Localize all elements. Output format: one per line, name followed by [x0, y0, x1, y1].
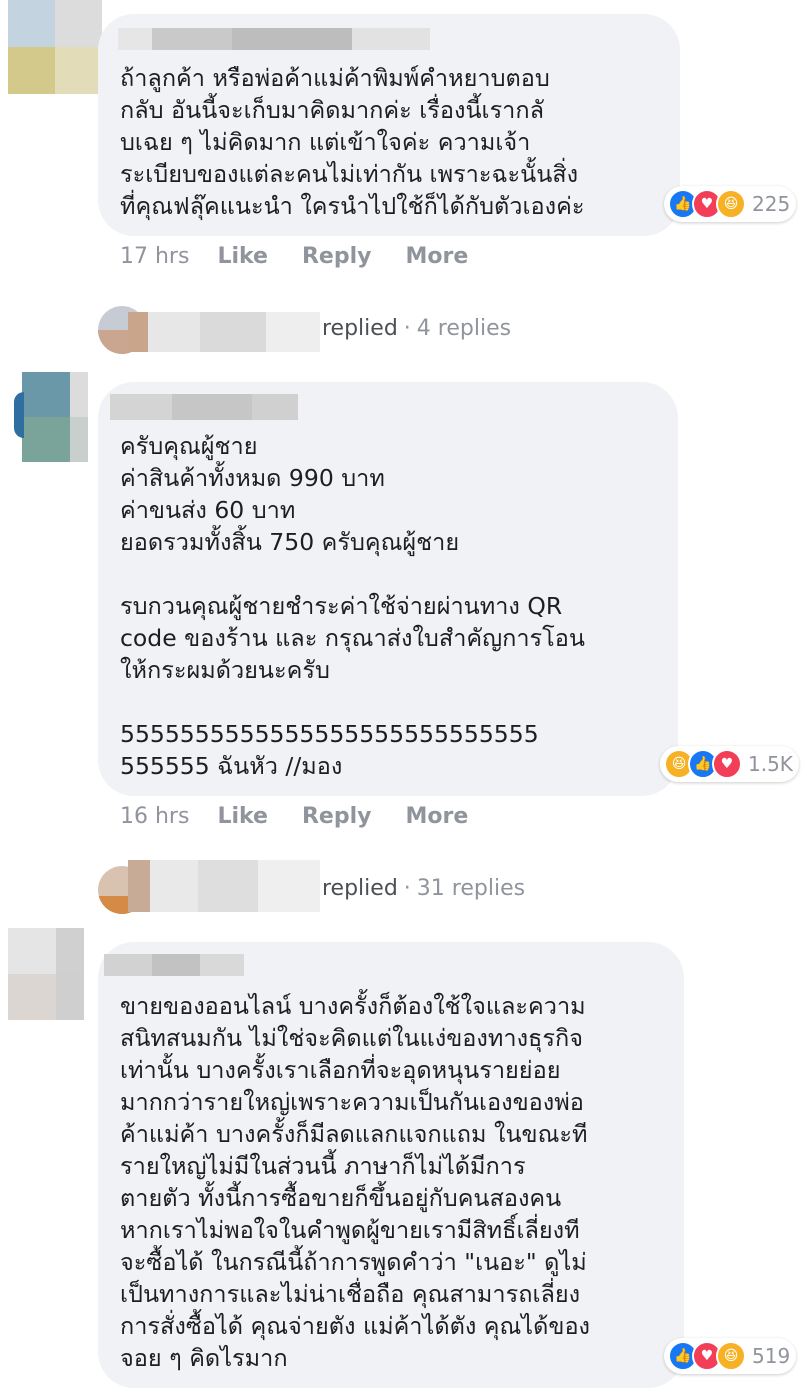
reaction-summary[interactable]: 👍 ♥ 😆 225 — [664, 186, 797, 222]
comment-meta: 17 hrs Like Reply More — [120, 244, 502, 269]
more-button[interactable]: More — [405, 244, 468, 269]
commenter-name[interactable] — [118, 28, 430, 50]
timestamp[interactable]: 16 hrs — [120, 804, 189, 829]
reaction-count: 1.5K — [748, 752, 793, 776]
replier-name[interactable] — [128, 312, 320, 352]
reaction-summary[interactable]: 👍 ♥ 😆 519 — [664, 1338, 797, 1374]
avatar[interactable] — [8, 0, 102, 94]
separator: · — [403, 876, 411, 901]
replied-label: replied — [322, 316, 398, 341]
comment-meta: 16 hrs Like Reply More — [120, 804, 502, 829]
haha-icon: 😆 — [716, 1341, 746, 1371]
comment-text: ขายของออนไลน์ บางครั้งก็ต้องใช้ใจและความ… — [120, 992, 591, 1372]
comment-text: ครับคุณผู้ชาย ค่าสินค้าทั้งหมด 990 บาท ค… — [120, 432, 585, 780]
reaction-count: 225 — [752, 192, 791, 216]
comment-text: ถ้าลูกค้า หรือพ่อค้าแม่ค้าพิมพ์คำหยาบตอบ… — [120, 64, 585, 220]
replier-name[interactable] — [128, 860, 320, 912]
like-button[interactable]: Like — [217, 244, 268, 269]
view-replies-link[interactable]: replied · 4 replies — [322, 316, 511, 341]
like-button[interactable]: Like — [217, 804, 268, 829]
avatar-edge — [14, 392, 24, 438]
more-button[interactable]: More — [405, 804, 468, 829]
separator: · — [403, 316, 411, 341]
reply-button[interactable]: Reply — [302, 804, 372, 829]
view-replies-link[interactable]: replied · 31 replies — [322, 876, 525, 901]
reply-button[interactable]: Reply — [302, 244, 372, 269]
timestamp[interactable]: 17 hrs — [120, 244, 189, 269]
reply-count: 31 replies — [416, 876, 526, 901]
reply-count: 4 replies — [416, 316, 512, 341]
love-icon: ♥ — [712, 749, 742, 779]
commenter-name[interactable] — [110, 394, 298, 420]
replied-label: replied — [322, 876, 398, 901]
reaction-summary[interactable]: 😆 👍 ♥ 1.5K — [660, 746, 799, 782]
avatar[interactable] — [22, 372, 88, 462]
commenter-name[interactable] — [104, 954, 244, 976]
haha-icon: 😆 — [716, 189, 746, 219]
avatar[interactable] — [8, 928, 84, 1020]
reaction-count: 519 — [752, 1344, 791, 1368]
